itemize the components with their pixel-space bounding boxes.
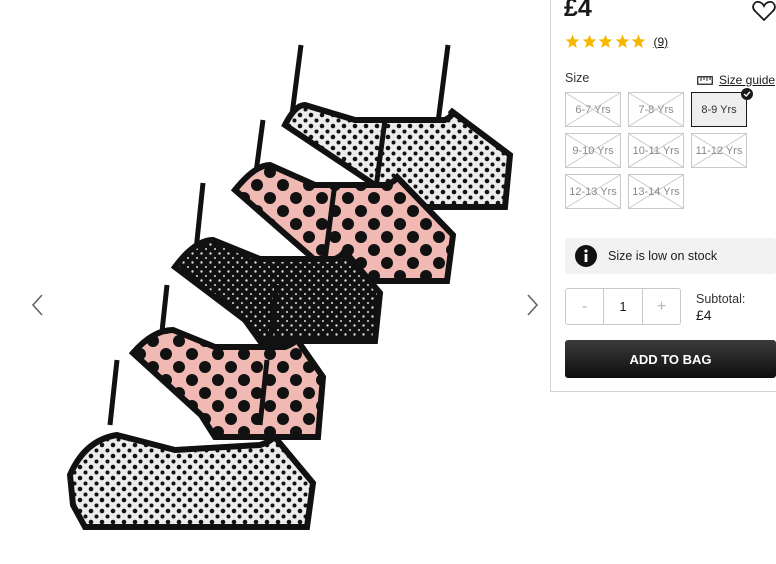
size-option-11-12[interactable]: 11-12 Yrs — [691, 133, 747, 168]
size-option-label: 6-7 Yrs — [575, 103, 611, 116]
increment-button[interactable]: + — [643, 289, 680, 324]
quantity-input[interactable] — [603, 289, 643, 324]
ruler-icon — [697, 75, 713, 85]
info-icon — [575, 245, 597, 267]
size-label: Size — [565, 71, 590, 85]
product-price: £4 — [564, 0, 592, 22]
review-count-link[interactable]: (9) — [654, 35, 669, 49]
product-gallery — [0, 0, 550, 564]
size-option-label: 7-8 Yrs — [638, 103, 674, 116]
star-icon — [615, 34, 629, 48]
size-option-10-11[interactable]: 10-11 Yrs — [628, 133, 684, 168]
size-option-label: 10-11 Yrs — [632, 144, 680, 157]
size-option-label: 8-9 Yrs — [701, 103, 737, 116]
product-image — [66, 44, 514, 530]
subtotal-value: £4 — [696, 307, 712, 323]
decrement-button[interactable]: - — [566, 289, 603, 324]
selected-check-icon — [741, 88, 753, 100]
size-option-12-13[interactable]: 12-13 Yrs — [565, 174, 621, 209]
size-option-label: 13-14 Yrs — [632, 185, 680, 198]
size-guide-link[interactable]: Size guide — [697, 73, 775, 87]
size-option-8-9[interactable]: 8-9 Yrs — [691, 92, 747, 127]
size-option-label: 12-13 Yrs — [569, 185, 617, 198]
previous-image-arrow-icon[interactable] — [28, 292, 48, 318]
size-guide-label: Size guide — [719, 73, 776, 87]
quantity-stepper: - + — [565, 288, 681, 325]
star-icon — [598, 34, 613, 48]
low-stock-notice: Size is low on stock — [565, 238, 776, 274]
stock-message: Size is low on stock — [608, 249, 718, 263]
star-icon — [582, 34, 596, 48]
size-option-6-7[interactable]: 6-7 Yrs — [565, 92, 621, 127]
add-to-bag-button[interactable]: ADD TO BAG — [565, 340, 776, 378]
rating: (9) — [565, 34, 668, 49]
size-option-label: 9-10 Yrs — [572, 144, 614, 157]
subtotal: Subtotal: £4 — [696, 291, 745, 323]
size-option-13-14[interactable]: 13-14 Yrs — [628, 174, 684, 209]
star-icon — [631, 34, 646, 48]
subtotal-label: Subtotal: — [696, 292, 746, 306]
star-icon — [565, 34, 580, 48]
size-option-9-10[interactable]: 9-10 Yrs — [565, 133, 621, 168]
heart-icon[interactable] — [752, 0, 776, 22]
size-option-label: 11-12 Yrs — [695, 144, 743, 157]
star-rating — [565, 34, 648, 49]
size-option-7-8[interactable]: 7-8 Yrs — [628, 92, 684, 127]
next-image-arrow-icon[interactable] — [522, 292, 542, 318]
